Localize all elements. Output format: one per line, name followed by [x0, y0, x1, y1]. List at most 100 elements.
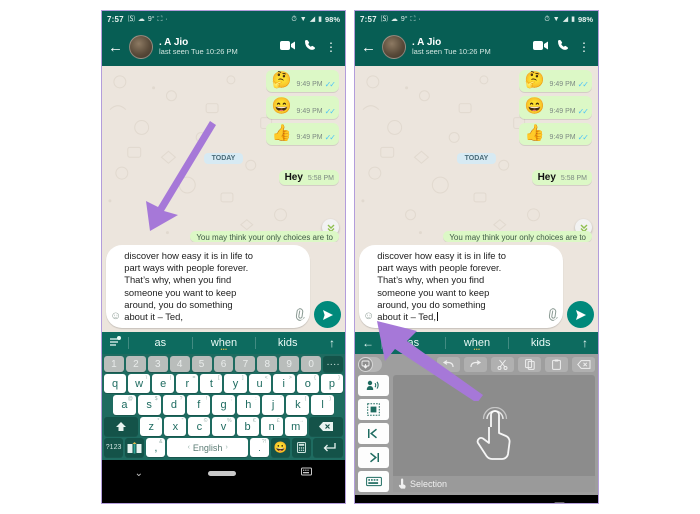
- cut-button[interactable]: [491, 357, 514, 373]
- send-button[interactable]: [567, 301, 594, 329]
- key-m[interactable]: → m: [284, 417, 307, 437]
- key-c[interactable]: © c: [188, 417, 211, 437]
- key-y[interactable]: ] y: [224, 374, 247, 394]
- key-1[interactable]: 1: [104, 356, 124, 373]
- nav-keyboard-icon[interactable]: [301, 467, 313, 479]
- message-input-text[interactable]: discover how easy it is in life to part …: [377, 250, 545, 323]
- voice-select-button[interactable]: [358, 375, 389, 397]
- emoji-key[interactable]: 😀: [271, 438, 291, 458]
- cursor-control-icon[interactable]: [125, 438, 145, 458]
- key-k[interactable]: (k: [286, 395, 310, 416]
- select-all-button[interactable]: [358, 399, 389, 421]
- space-key[interactable]: ‹ English ›: [167, 438, 248, 458]
- nav-back-icon[interactable]: ⌄: [388, 503, 396, 504]
- keyboard-button[interactable]: [358, 471, 389, 493]
- nav-back-icon[interactable]: ⌄: [135, 468, 143, 479]
- send-button[interactable]: [314, 301, 341, 329]
- message-bubble[interactable]: Hey 5:58 PM: [278, 170, 339, 186]
- contact-info[interactable]: . A Jio last seen Tue 10:26 PM: [159, 37, 274, 57]
- video-call-icon[interactable]: [280, 38, 295, 56]
- comma-key[interactable]: &,: [146, 438, 166, 458]
- key-s[interactable]: $ s: [137, 395, 161, 416]
- key-e[interactable]: | e: [152, 374, 175, 394]
- message-bubble[interactable]: 🤔 9:49 PM ✓✓: [265, 70, 339, 93]
- key-5[interactable]: 5: [191, 356, 212, 373]
- nav-home-icon[interactable]: [208, 470, 237, 476]
- contact-info[interactable]: . A Jio last seen Tue 10:26 PM: [412, 37, 527, 57]
- avatar[interactable]: [382, 35, 406, 59]
- overflow-menu-icon[interactable]: ⋮: [325, 40, 337, 54]
- key-f[interactable]: ! f: [187, 395, 211, 416]
- backspace-button[interactable]: [572, 357, 595, 373]
- clipped-message-bubble[interactable]: You may think your only choices are to: [190, 231, 339, 242]
- key-0[interactable]: 0: [301, 356, 322, 373]
- key-6[interactable]: 6: [213, 356, 234, 373]
- back-icon[interactable]: ←: [108, 40, 123, 55]
- move-to-start-button[interactable]: [358, 423, 389, 445]
- overflow-menu-icon[interactable]: ⋮: [578, 40, 590, 54]
- message-bubble[interactable]: 😄 9:49 PM ✓✓: [518, 96, 592, 119]
- key-p[interactable]: } p: [320, 374, 343, 394]
- redo-button[interactable]: [464, 357, 487, 373]
- avatar[interactable]: [129, 35, 153, 59]
- period-key[interactable]: ?!.: [249, 438, 270, 458]
- key-h[interactable]: :h: [236, 395, 260, 416]
- key-i[interactable]: > i: [272, 374, 295, 394]
- key-l[interactable]: ) l: [311, 395, 335, 416]
- symbols-key[interactable]: ?123: [104, 438, 124, 458]
- paste-button[interactable]: [545, 357, 568, 373]
- back-icon[interactable]: ←: [361, 40, 376, 55]
- voice-call-icon[interactable]: [304, 38, 316, 56]
- attach-icon[interactable]: [545, 307, 562, 325]
- key-4[interactable]: 4: [169, 356, 190, 373]
- key-j[interactable]: ' j: [261, 395, 285, 416]
- message-bubble[interactable]: Hey 5:58 PM: [531, 170, 592, 186]
- key-v[interactable]: % v: [212, 417, 235, 437]
- key-9[interactable]: 9: [279, 356, 300, 373]
- key-2[interactable]: 2: [125, 356, 146, 373]
- key-d[interactable]: ? d: [162, 395, 186, 416]
- cursor-pad-toggle-icon[interactable]: [358, 357, 382, 373]
- key-g[interactable]: ; g: [212, 395, 235, 416]
- suggestion-word-0[interactable]: as: [381, 337, 445, 350]
- key-7[interactable]: 7: [235, 356, 256, 373]
- cursor-touchpad[interactable]: Selection: [393, 375, 595, 493]
- key-8[interactable]: 8: [257, 356, 278, 373]
- expand-suggestions-icon[interactable]: ↑: [572, 336, 598, 350]
- key-z[interactable]: * z: [140, 417, 163, 437]
- key-more-numbers[interactable]: ····: [323, 356, 343, 373]
- shift-key[interactable]: [104, 417, 139, 437]
- nav-keyboard-icon[interactable]: [554, 502, 565, 503]
- key-t[interactable]: [t: [200, 374, 223, 394]
- key-x[interactable]: " x: [164, 417, 187, 437]
- key-u[interactable]: < u: [248, 374, 271, 394]
- suggestion-word-0[interactable]: as: [128, 337, 192, 350]
- message-bubble[interactable]: 😄 9:49 PM ✓✓: [265, 96, 339, 119]
- key-w[interactable]: \ w: [128, 374, 151, 394]
- emoji-icon[interactable]: ☺: [110, 311, 121, 323]
- key-r[interactable]: = r: [176, 374, 199, 394]
- key-3[interactable]: 3: [147, 356, 168, 373]
- key-o[interactable]: {o: [296, 374, 319, 394]
- key-b[interactable]: € b: [236, 417, 259, 437]
- suggestion-word-1[interactable]: when: [444, 337, 509, 350]
- back-to-keyboard-icon[interactable]: ←: [355, 336, 381, 350]
- suggestion-word-1[interactable]: when: [191, 337, 256, 350]
- undo-button[interactable]: [437, 357, 460, 373]
- key-n[interactable]: £ n: [260, 417, 283, 437]
- message-input-box[interactable]: ☺ discover how easy it is in life to par…: [359, 245, 563, 329]
- voice-call-icon[interactable]: [557, 38, 569, 56]
- expand-suggestions-icon[interactable]: ↑: [319, 336, 345, 350]
- suggestion-word-2[interactable]: kids: [508, 337, 572, 350]
- attach-icon[interactable]: [292, 307, 309, 325]
- calculator-key[interactable]: [292, 438, 312, 458]
- message-input-text[interactable]: discover how easy it is in life to part …: [124, 250, 292, 323]
- message-bubble[interactable]: 🤔 9:49 PM ✓✓: [518, 70, 592, 93]
- keyboard-menu-icon[interactable]: [102, 336, 128, 350]
- message-bubble[interactable]: 👍 9:49 PM ✓✓: [265, 122, 339, 146]
- enter-key[interactable]: [313, 438, 344, 458]
- move-to-end-button[interactable]: [358, 447, 389, 469]
- clipped-message-bubble[interactable]: You may think your only choices are to: [443, 231, 592, 242]
- key-q[interactable]: q: [104, 374, 127, 394]
- copy-button[interactable]: [518, 357, 541, 373]
